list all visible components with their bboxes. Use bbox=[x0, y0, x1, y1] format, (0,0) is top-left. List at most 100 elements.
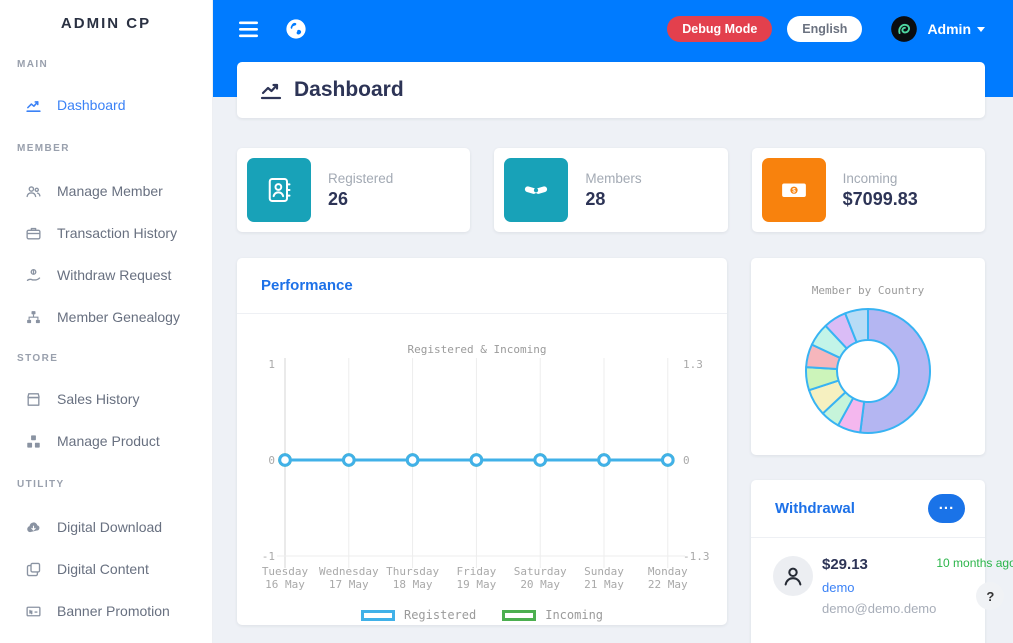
sidebar-item-banner-promotion[interactable]: Banner Promotion bbox=[0, 590, 212, 632]
legend-swatch bbox=[361, 610, 395, 621]
sidebar-section-store: STORE bbox=[0, 338, 212, 378]
sidebar-item-label: Manage Member bbox=[57, 183, 163, 199]
data-point-registered bbox=[280, 455, 291, 466]
chart-title: Registered & Incoming bbox=[407, 343, 546, 356]
caret-down-icon bbox=[977, 27, 985, 32]
status-question-badge: ? bbox=[976, 582, 1004, 610]
legend-registered: Registered bbox=[361, 605, 476, 625]
clone-icon bbox=[25, 561, 42, 578]
y-axis-left-tick: -1 bbox=[262, 550, 275, 563]
legend-swatch bbox=[502, 610, 536, 621]
sidebar-item-member-genealogy[interactable]: Member Genealogy bbox=[0, 296, 212, 338]
hamburger-menu-button[interactable] bbox=[233, 15, 265, 44]
data-point-registered bbox=[407, 455, 418, 466]
chart-line-icon bbox=[25, 97, 42, 114]
data-point-registered bbox=[599, 455, 610, 466]
sidebar-item-label: Sales History bbox=[57, 391, 139, 407]
x-axis-day-label: Tuesday bbox=[262, 565, 309, 578]
stats-row: Registered 26 Members 28 $ bbox=[237, 148, 985, 232]
data-point-registered bbox=[663, 455, 674, 466]
chart-legend: Registered Incoming bbox=[237, 605, 727, 625]
x-axis-day-label: Wednesday bbox=[319, 565, 379, 578]
sidebar-item-manage-member[interactable]: Manage Member bbox=[0, 170, 212, 212]
stat-value: $7099.83 bbox=[843, 189, 918, 210]
withdrawal-title: Withdrawal bbox=[775, 500, 855, 517]
y-axis-right-tick: 1.3 bbox=[683, 358, 703, 371]
handshake-icon bbox=[504, 158, 568, 222]
sidebar-item-label: Transaction History bbox=[57, 225, 177, 241]
address-book-icon bbox=[247, 158, 311, 222]
stat-text: Registered 26 bbox=[328, 171, 393, 210]
data-point-registered bbox=[535, 455, 546, 466]
x-axis-date-label: 16 May bbox=[265, 578, 305, 591]
member-by-country-chart: Member by Country bbox=[751, 258, 985, 455]
withdrawal-card: Withdrawal ... $29.13 demo demo@demo.dem… bbox=[751, 480, 985, 643]
page-title: Dashboard bbox=[294, 78, 404, 102]
withdrawal-user-email: demo@demo.demo bbox=[822, 601, 936, 616]
right-column: Member by Country Withdrawal ... bbox=[751, 258, 985, 643]
sidebar-item-label: Member Genealogy bbox=[57, 309, 180, 325]
sidebar-item-sales-history[interactable]: Sales History bbox=[0, 378, 212, 420]
sidebar-item-getting-started[interactable]: Getting Started bbox=[0, 632, 212, 643]
x-axis-date-label: 19 May bbox=[457, 578, 497, 591]
withdrawal-user-link[interactable]: demo bbox=[822, 580, 936, 595]
sidebar-section-member: MEMBER bbox=[0, 126, 212, 170]
sidebar-item-digital-download[interactable]: Digital Download bbox=[0, 506, 212, 548]
svg-text:$: $ bbox=[792, 188, 796, 195]
language-badge[interactable]: English bbox=[787, 16, 862, 42]
dashboard-row: Performance Registered & Incoming Tuesday… bbox=[237, 258, 985, 643]
stat-text: Incoming $7099.83 bbox=[843, 171, 918, 210]
withdrawal-card-header: Withdrawal ... bbox=[751, 480, 985, 538]
stat-value: 26 bbox=[328, 189, 393, 210]
globe-icon bbox=[285, 18, 307, 40]
stat-label: Registered bbox=[328, 171, 393, 186]
performance-chart: Registered & Incoming Tuesday16 May Wednes… bbox=[237, 314, 727, 596]
sidebar-item-label: Withdraw Request bbox=[57, 267, 171, 283]
store-icon bbox=[25, 391, 42, 408]
more-options-button[interactable]: ... bbox=[928, 494, 965, 523]
content: Dashboard Registered 26 bbox=[213, 58, 1013, 643]
legend-incoming: Incoming bbox=[502, 605, 603, 625]
x-axis-day-label: Monday bbox=[648, 565, 688, 578]
data-point-registered bbox=[344, 455, 355, 466]
sidebar-item-manage-product[interactable]: Manage Product bbox=[0, 420, 212, 462]
x-axis-day-label: Friday bbox=[457, 565, 497, 578]
debug-mode-badge[interactable]: Debug Mode bbox=[667, 16, 772, 42]
y-axis-left-tick: 1 bbox=[268, 358, 275, 371]
page-header-card: Dashboard bbox=[237, 62, 985, 118]
stat-value: 28 bbox=[585, 189, 641, 210]
stat-card-incoming: $ Incoming $7099.83 bbox=[752, 148, 985, 232]
sidebar-section-utility: UTILITY bbox=[0, 462, 212, 506]
chart-line-icon bbox=[259, 78, 283, 102]
member-by-country-card: Member by Country bbox=[751, 258, 985, 455]
hamburger-icon bbox=[239, 21, 259, 38]
performance-title: Performance bbox=[261, 277, 353, 294]
x-axis-date-label: 20 May bbox=[520, 578, 560, 591]
user-avatar[interactable] bbox=[890, 15, 918, 43]
legend-label: Registered bbox=[404, 608, 476, 622]
sidebar-item-label: Banner Promotion bbox=[57, 603, 170, 619]
sitemap-icon bbox=[25, 309, 42, 326]
sidebar-item-label: Dashboard bbox=[57, 97, 126, 113]
sidebar-item-withdraw-request[interactable]: Withdraw Request bbox=[0, 254, 212, 296]
x-axis-date-label: 21 May bbox=[584, 578, 624, 591]
cloud-download-icon bbox=[25, 519, 42, 536]
y-axis-right-tick: 0 bbox=[683, 454, 690, 467]
sidebar-item-digital-content[interactable]: Digital Content bbox=[0, 548, 212, 590]
sidebar-item-label: Manage Product bbox=[57, 433, 160, 449]
stat-label: Members bbox=[585, 171, 641, 186]
x-axis-date-label: 22 May bbox=[648, 578, 688, 591]
x-axis-date-label: 17 May bbox=[329, 578, 369, 591]
withdrawal-time: 10 months ago bbox=[936, 556, 1008, 570]
stat-card-registered: Registered 26 bbox=[237, 148, 470, 232]
sidebar-item-dashboard[interactable]: Dashboard bbox=[0, 84, 212, 126]
brand-title: ADMIN CP bbox=[0, 0, 212, 44]
withdrawal-entry: $29.13 demo demo@demo.demo 10 months ago… bbox=[751, 538, 985, 616]
sidebar-item-transaction-history[interactable]: Transaction History bbox=[0, 212, 212, 254]
admin-label: Admin bbox=[927, 21, 971, 37]
admin-dropdown[interactable]: Admin bbox=[927, 21, 985, 37]
donut-slice bbox=[860, 309, 930, 433]
person-avatar-icon bbox=[773, 556, 813, 596]
withdrawal-amount: $29.13 bbox=[822, 556, 936, 573]
language-globe-button[interactable] bbox=[279, 12, 313, 46]
